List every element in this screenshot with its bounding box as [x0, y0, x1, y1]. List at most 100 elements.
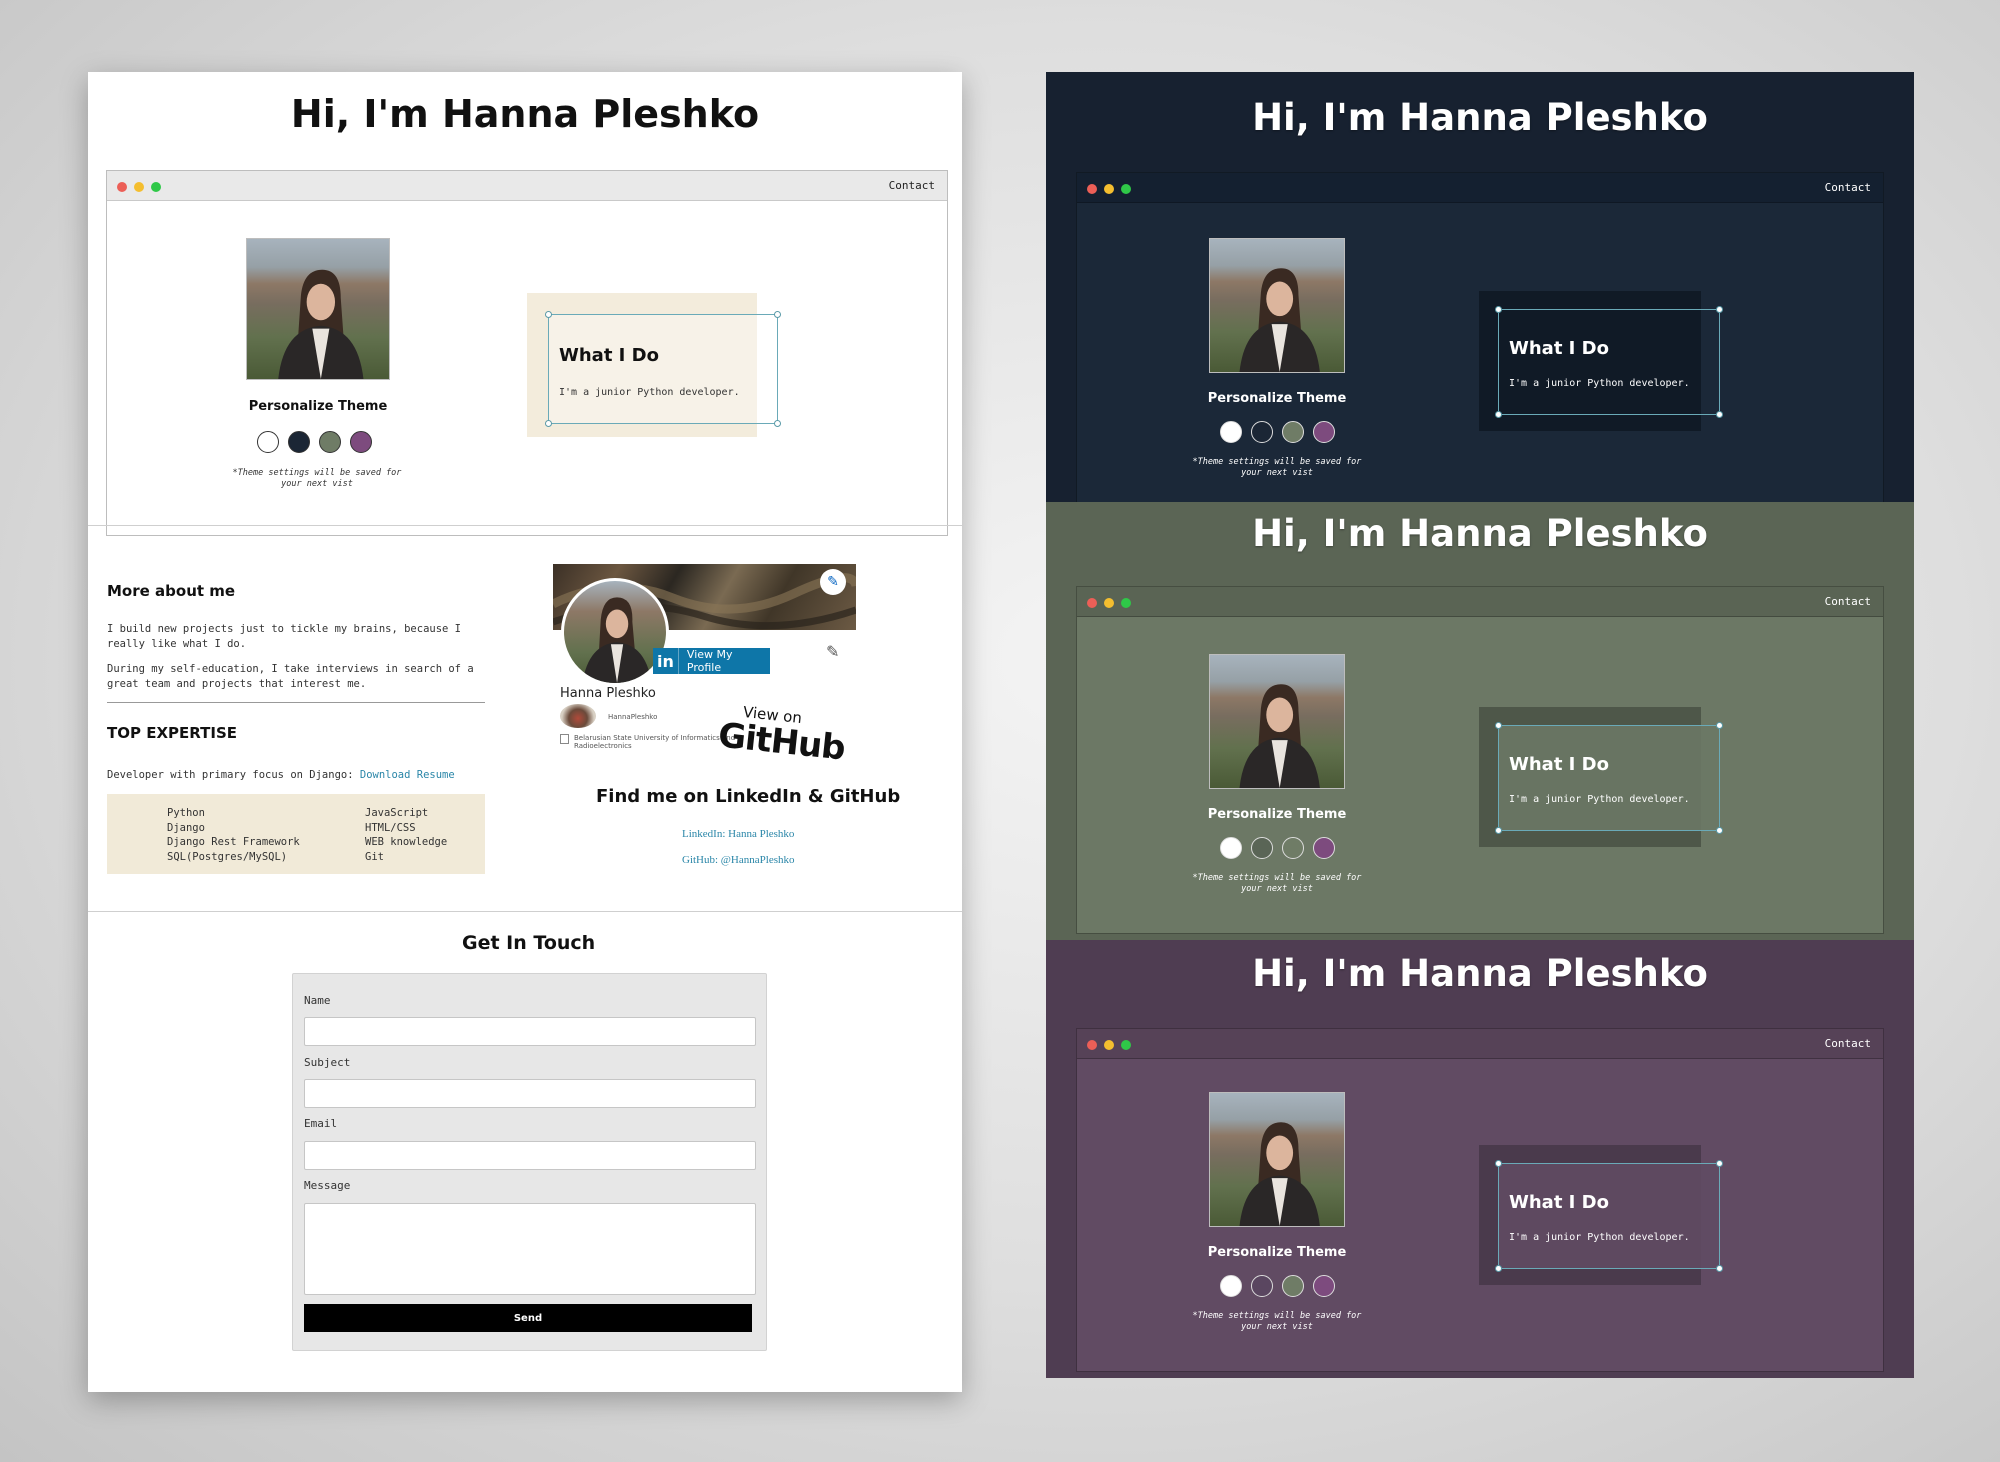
browser-mockup: Contact Personalize Theme *Theme setting… [1076, 1028, 1884, 1372]
email-label: Email [304, 1117, 338, 1130]
personalize-theme-title: Personalize Theme [1207, 391, 1347, 406]
edit-pencil-icon[interactable]: ✎ [826, 642, 839, 661]
expertise-intro-text: Developer with primary focus on Django: [107, 769, 354, 781]
theme-note: *Theme settings will be saved for your n… [1192, 457, 1362, 478]
about-paragraph-2: During my self-education, I take intervi… [107, 663, 474, 690]
resize-handle-icon [1716, 722, 1723, 729]
nav-contact-link[interactable]: Contact [1825, 1037, 1871, 1050]
browser-bar: Contact [1077, 587, 1883, 617]
theme-swatch-dark[interactable] [1251, 1275, 1273, 1297]
resize-handle-icon [545, 311, 552, 318]
linkedin-icon: in [653, 648, 679, 674]
page-title: Hi, I'm Hanna Pleshko [1252, 512, 1708, 555]
github-link[interactable]: GitHub: @HannaPleshko [682, 854, 794, 866]
message-textarea[interactable] [304, 1203, 756, 1295]
theme-swatch-light[interactable] [1220, 837, 1242, 859]
what-i-do-title: What I Do [559, 345, 659, 366]
theme-swatch-purple[interactable] [1313, 1275, 1335, 1297]
theme-swatch-sage[interactable] [1282, 837, 1304, 859]
theme-swatch-sage[interactable] [1282, 1275, 1304, 1297]
name-label: Name [304, 994, 331, 1007]
about-title: More about me [107, 582, 236, 600]
personalize-theme-title: Personalize Theme [1207, 1245, 1347, 1260]
message-label: Message [304, 1179, 351, 1192]
linkedin-view-profile-button[interactable]: in View My Profile [653, 648, 770, 674]
theme-swatch-light[interactable] [257, 431, 279, 453]
skill-item: Git [365, 851, 384, 864]
theme-note: *Theme settings will be saved for your n… [1192, 873, 1362, 894]
theme-swatch-light[interactable] [1220, 421, 1242, 443]
dark-theme-preview: Hi, I'm Hanna Pleshko Contact Personaliz… [1046, 72, 1914, 502]
what-i-do-text: I'm a junior Python developer. [1509, 378, 1690, 389]
close-dot-icon [1087, 1040, 1097, 1050]
close-dot-icon [117, 182, 127, 192]
theme-swatch-sage[interactable] [319, 431, 341, 453]
what-i-do-card: What I Do I'm a junior Python developer. [545, 311, 781, 427]
nav-contact-link[interactable]: Contact [1825, 181, 1871, 194]
subject-input[interactable] [304, 1079, 756, 1108]
about-divider [107, 702, 485, 703]
minimize-dot-icon [134, 182, 144, 192]
purple-theme-preview: Hi, I'm Hanna Pleshko Contact Personaliz… [1046, 940, 1914, 1378]
minimize-dot-icon [1104, 184, 1114, 194]
resize-handle-icon [1716, 827, 1723, 834]
send-button[interactable]: Send [304, 1304, 752, 1332]
what-i-do-card: What I Do I'm a junior Python developer. [1495, 1160, 1723, 1272]
browser-mockup: Contact Personalize Theme *Theme setting… [1076, 172, 1884, 502]
resize-handle-icon [774, 420, 781, 427]
nav-contact-link[interactable]: Contact [889, 179, 935, 192]
linkedin-name: Hanna Pleshko [560, 686, 656, 701]
resize-handle-icon [1495, 827, 1502, 834]
theme-swatch-dark[interactable] [1251, 837, 1273, 859]
expertise-title: TOP EXPERTISE [107, 724, 237, 742]
maximize-dot-icon [1121, 1040, 1131, 1050]
skills-column-2: JavaScript HTML/CSS WEB knowledge Git [365, 806, 447, 865]
theme-swatch-sage[interactable] [1282, 421, 1304, 443]
skills-table: Python Django Django Rest Framework SQL(… [107, 794, 485, 874]
what-i-do-card: What I Do I'm a junior Python developer. [1495, 722, 1723, 834]
theme-swatch-dark[interactable] [1251, 421, 1273, 443]
browser-mockup: Contact Personalize Theme *Theme setting… [1076, 586, 1884, 934]
skill-item: JavaScript [365, 807, 429, 819]
theme-swatch-dark[interactable] [288, 431, 310, 453]
what-i-do-title: What I Do [1509, 1192, 1609, 1213]
theme-swatch-light[interactable] [1220, 1275, 1242, 1297]
linkedin-link[interactable]: LinkedIn: Hanna Pleshko [682, 828, 794, 840]
name-input[interactable] [304, 1017, 756, 1046]
subject-label: Subject [304, 1056, 351, 1069]
profile-photo [1209, 1092, 1345, 1227]
resize-handle-icon [1716, 1160, 1723, 1167]
email-input[interactable] [304, 1141, 756, 1170]
nav-contact-link[interactable]: Contact [1825, 595, 1871, 608]
what-i-do-card: What I Do I'm a junior Python developer. [1495, 306, 1723, 418]
skills-column-1: Python Django Django Rest Framework SQL(… [167, 806, 300, 865]
skill-item: HTML/CSS [365, 821, 416, 834]
contact-form: Name Subject Email Message Send [292, 973, 767, 1351]
theme-swatch-purple[interactable] [350, 431, 372, 453]
skill-item: Django [167, 821, 205, 834]
page-title: Hi, I'm Hanna Pleshko [290, 92, 760, 136]
personalize-theme-title: Personalize Theme [248, 399, 388, 414]
github-logo-text[interactable]: GitHub [716, 715, 846, 768]
resize-handle-icon [1716, 1265, 1723, 1272]
what-i-do-text: I'm a junior Python developer. [1509, 1232, 1690, 1243]
maximize-dot-icon [151, 182, 161, 192]
resize-handle-icon [1495, 411, 1502, 418]
theme-swatch-purple[interactable] [1313, 421, 1335, 443]
theme-swatch-purple[interactable] [1313, 837, 1335, 859]
close-dot-icon [1087, 598, 1097, 608]
what-i-do-text: I'm a junior Python developer. [559, 387, 740, 398]
sage-theme-preview: Hi, I'm Hanna Pleshko Contact Personaliz… [1046, 502, 1914, 940]
page-title: Hi, I'm Hanna Pleshko [1252, 952, 1708, 995]
edit-pencil-icon[interactable]: ✎ [820, 569, 846, 595]
browser-bar: Contact [1077, 173, 1883, 203]
what-i-do-text: I'm a junior Python developer. [1509, 794, 1690, 805]
skill-item: Python [167, 807, 205, 819]
about-paragraph-1: I build new projects just to tickle my b… [107, 623, 462, 650]
section-divider [88, 911, 962, 912]
resize-handle-icon [1495, 1160, 1502, 1167]
maximize-dot-icon [1121, 598, 1131, 608]
light-theme-page: Hi, I'm Hanna Pleshko Contact Personaliz… [88, 72, 962, 1392]
document-icon [560, 734, 569, 744]
download-resume-link[interactable]: Download Resume [360, 769, 455, 781]
